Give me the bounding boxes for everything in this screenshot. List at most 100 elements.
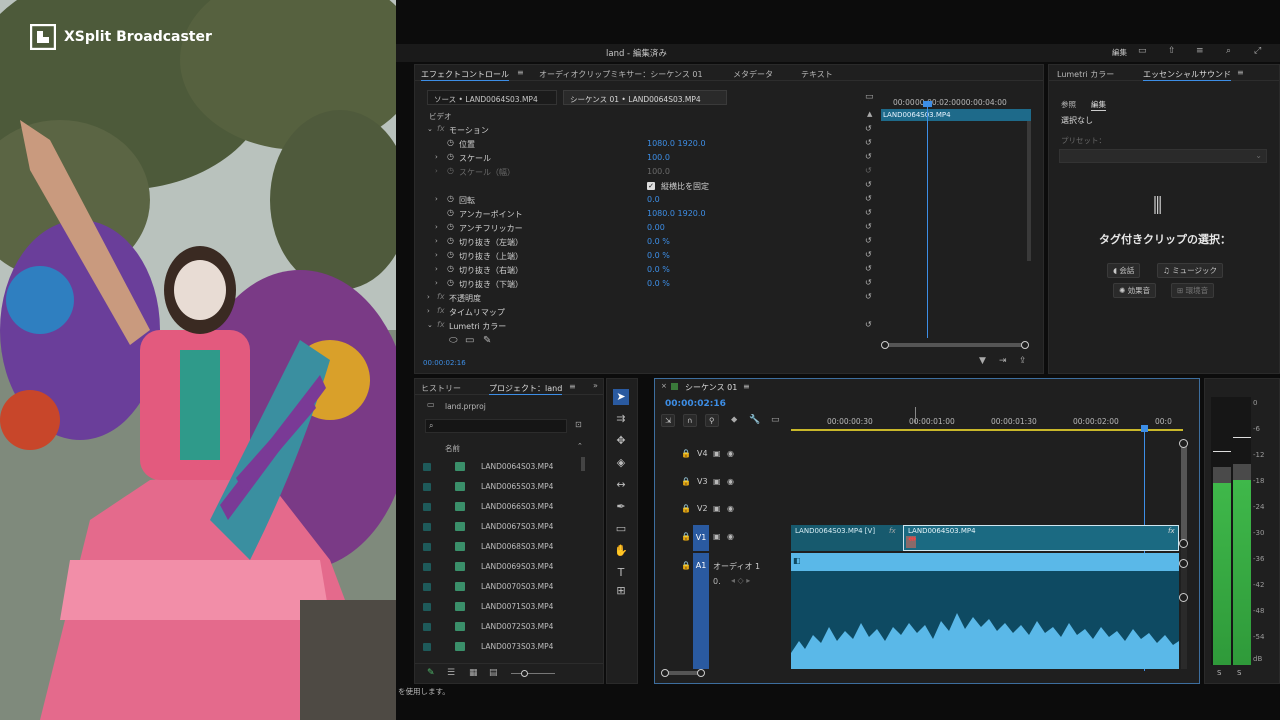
effect-current-time[interactable]: 00:00:02:16 xyxy=(423,359,466,367)
type-tool-icon[interactable]: T xyxy=(613,565,629,581)
project-search-input[interactable]: ⌕ xyxy=(425,419,567,433)
reset-icon[interactable]: ↺ xyxy=(865,320,872,329)
caption-tool-icon[interactable]: ⊞ xyxy=(613,583,629,599)
freeform-view-icon[interactable]: ▤ xyxy=(489,669,498,678)
item-color-label[interactable] xyxy=(423,643,431,651)
item-color-label[interactable] xyxy=(423,503,431,511)
prop-row-crop-top[interactable]: › ◷ 切り抜き（上端） 0.0 % ↺ xyxy=(415,249,875,263)
search-icon[interactable]: ⌕ xyxy=(1226,47,1231,56)
list-item[interactable]: LAND0067S03.MP4 xyxy=(421,520,581,534)
lock-icon[interactable]: 🔒 xyxy=(681,504,691,513)
reset-icon[interactable]: ↺ xyxy=(865,250,872,259)
prop-row-antiflicker[interactable]: › ◷ アンチフリッカー 0.00 ↺ xyxy=(415,221,875,235)
prop-value[interactable]: 100.0 xyxy=(647,153,670,162)
chevron-right-icon[interactable]: › xyxy=(435,195,438,203)
list-item[interactable]: LAND0064S03.MP4 xyxy=(421,460,581,474)
prop-row-motion[interactable]: ⌄ fx モーション ↺ xyxy=(415,123,875,137)
list-item[interactable]: LAND0066S03.MP4 xyxy=(421,500,581,514)
item-color-label[interactable] xyxy=(423,563,431,571)
timeline-timecode[interactable]: 00:00:02:16 xyxy=(665,399,726,409)
lock-icon[interactable]: 🔒 xyxy=(681,477,691,486)
prop-value[interactable]: 0.0 % xyxy=(647,265,670,274)
track-header-v2[interactable]: 🔒 V2 ▣ ◉ xyxy=(655,498,791,522)
workspace-edit-label[interactable]: 編集 xyxy=(1112,47,1127,58)
pen-tool-icon[interactable]: ✒ xyxy=(613,499,629,515)
lock-icon[interactable]: 🔒 xyxy=(681,532,691,541)
prop-value[interactable]: 1080.0 1920.0 xyxy=(647,209,706,218)
dialogue-button[interactable]: ◖ 会話 xyxy=(1107,263,1141,278)
tab-menu-icon[interactable]: ≡ xyxy=(569,383,576,391)
item-color-label[interactable] xyxy=(423,523,431,531)
track-header-v3[interactable]: 🔒 V3 ▣ ◉ xyxy=(655,471,791,495)
reset-icon[interactable]: ↺ xyxy=(865,292,872,301)
collapse-up-icon[interactable]: ▲ xyxy=(867,111,872,118)
column-name-header[interactable]: 名前 xyxy=(445,443,460,454)
rectangle-tool-icon[interactable]: ▭ xyxy=(613,521,629,537)
reset-icon[interactable]: ↺ xyxy=(865,264,872,273)
ambience-button[interactable]: ⊞ 環境音 xyxy=(1171,283,1215,298)
prop-value[interactable]: 0.0 % xyxy=(647,251,670,260)
tab-lumetri-color[interactable]: Lumetri カラー xyxy=(1057,69,1114,80)
a1-clip[interactable]: ◧ xyxy=(791,553,1179,669)
prop-row-time-remap[interactable]: › fx タイムリマップ xyxy=(415,305,875,319)
source-tab[interactable]: ソース • LAND0064S03.MP4 xyxy=(427,90,557,105)
list-item[interactable]: LAND0071S03.MP4 xyxy=(421,600,581,614)
chevron-right-icon[interactable]: › xyxy=(427,307,430,315)
linked-selection-icon[interactable]: ⚲ xyxy=(705,414,719,427)
selection-tool-icon[interactable]: ➤ xyxy=(613,389,629,405)
prop-row-anchor[interactable]: ◷ アンカーポイント 1080.0 1920.0 ↺ xyxy=(415,207,875,221)
chevron-right-icon[interactable]: › xyxy=(435,223,438,231)
item-color-label[interactable] xyxy=(423,463,431,471)
tab-audio-clip-mixer[interactable]: オーディオクリップミキサー：シーケンス 01 xyxy=(539,69,703,80)
a-vscroll-handle-top[interactable] xyxy=(1179,559,1188,568)
eye-icon[interactable]: ◉ xyxy=(727,532,734,541)
sync-icon[interactable]: ▣ xyxy=(713,449,721,458)
zoom-slider-handle[interactable] xyxy=(521,670,528,677)
wrench-icon[interactable]: 🔧 xyxy=(749,416,760,425)
effect-scrollbar[interactable] xyxy=(1027,121,1031,261)
ellipse-mask-icon[interactable]: ⬭ xyxy=(449,335,458,346)
item-color-label[interactable] xyxy=(423,603,431,611)
timeline-ruler[interactable]: 00:00:00:30 00:00:01:00 00:00:01:30 00:0… xyxy=(791,413,1183,433)
mini-playhead-handle[interactable] xyxy=(923,101,932,107)
close-icon[interactable]: × xyxy=(661,382,667,390)
stopwatch-icon[interactable]: ◷ xyxy=(447,208,454,217)
preset-dropdown[interactable]: ⌄ xyxy=(1059,149,1267,163)
more-panels-icon[interactable]: » xyxy=(593,382,598,390)
prop-value[interactable]: 0.0 % xyxy=(647,237,670,246)
menu-lines-icon[interactable]: ≡ xyxy=(1196,47,1204,56)
chevron-right-icon[interactable]: › xyxy=(435,251,438,259)
mini-playhead[interactable] xyxy=(927,103,928,338)
stopwatch-icon[interactable]: ◷ xyxy=(447,236,454,245)
filter-icon[interactable]: ▼ xyxy=(979,357,986,366)
chevron-right-icon[interactable]: › xyxy=(427,293,430,301)
share-icon[interactable]: ⇧ xyxy=(1168,47,1176,56)
prop-row-position[interactable]: ◷ 位置 1080.0 1920.0 ↺ xyxy=(415,137,875,151)
solo-left-button[interactable]: S xyxy=(1217,669,1221,677)
tab-essential-sound[interactable]: エッセンシャルサウンド xyxy=(1143,69,1231,81)
prop-row-crop-right[interactable]: › ◷ 切り抜き（右端） 0.0 % ↺ xyxy=(415,263,875,277)
prop-row-rotation[interactable]: › ◷ 回転 0.0 ↺ xyxy=(415,193,875,207)
prop-value[interactable]: 0.0 % xyxy=(647,279,670,288)
item-color-label[interactable] xyxy=(423,583,431,591)
track-header-v1[interactable]: 🔒 V1 ▣ ◉ xyxy=(655,525,791,551)
timeline-hscroll[interactable] xyxy=(665,671,701,675)
sync-icon[interactable]: ▣ xyxy=(713,532,721,541)
sync-icon[interactable]: ▣ xyxy=(713,504,721,513)
reset-icon[interactable]: ↺ xyxy=(865,236,872,245)
tab-effect-controls[interactable]: エフェクトコントロール xyxy=(421,69,509,81)
stopwatch-icon[interactable]: ◷ xyxy=(447,152,454,161)
sequence-tab[interactable]: シーケンス 01 • LAND0064S03.MP4 xyxy=(563,90,727,105)
track-label[interactable]: A1 xyxy=(693,553,709,669)
v1-clip-b[interactable]: LAND0064S03.MP4 fx ⇹ xyxy=(903,525,1179,551)
lock-icon[interactable]: 🔒 xyxy=(681,449,691,458)
marker-icon[interactable]: ⬥ xyxy=(731,416,737,425)
prop-row-lumetri[interactable]: ⌄ fx Lumetri カラー ↺ xyxy=(415,319,875,333)
reset-icon[interactable]: ↺ xyxy=(865,180,872,189)
hand-tool-icon[interactable]: ✋ xyxy=(613,543,629,559)
eye-icon[interactable]: ◉ xyxy=(727,477,734,486)
item-color-label[interactable] xyxy=(423,483,431,491)
chevron-right-icon[interactable]: › xyxy=(435,237,438,245)
prop-row-opacity[interactable]: › fx 不透明度 ↺ xyxy=(415,291,875,305)
tab-project[interactable]: プロジェクト：land xyxy=(489,383,563,395)
